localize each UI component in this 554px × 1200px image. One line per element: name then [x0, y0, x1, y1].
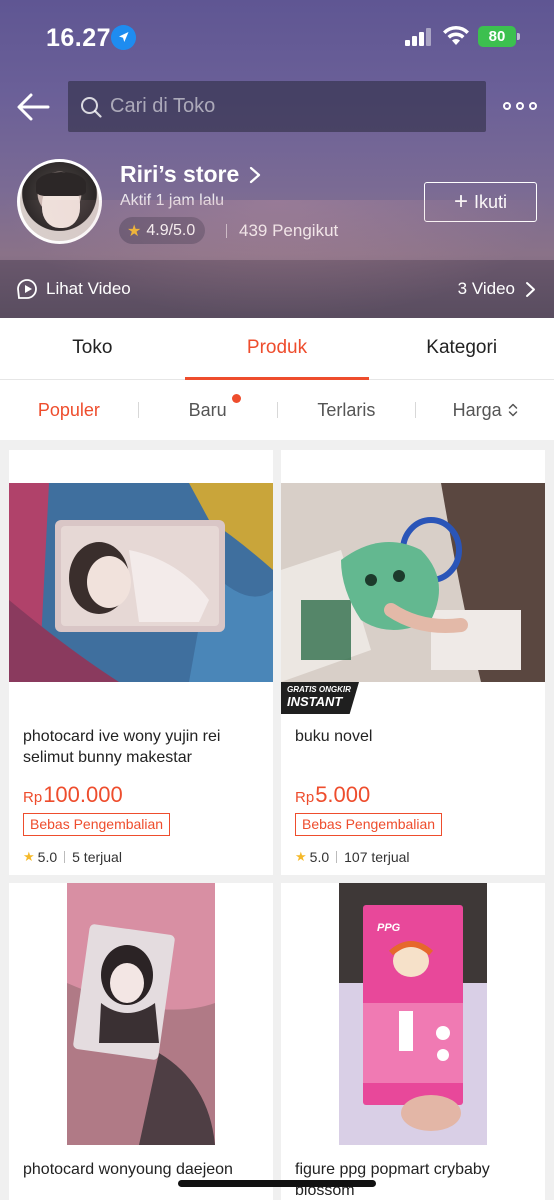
store-rating: ★ 4.9/5.0: [119, 217, 206, 244]
follow-label: Ikuti: [474, 191, 508, 212]
product-image[interactable]: GRATIS ONGKIR INSTANT: [281, 450, 545, 714]
sort-terlaris-label: Terlaris: [317, 399, 376, 420]
divider: [64, 851, 66, 863]
star-icon: ★: [23, 849, 35, 864]
top-nav: Cari di Toko: [0, 80, 554, 134]
product-sold: 5 terjual: [72, 849, 122, 865]
sort-terlaris[interactable]: Terlaris: [278, 400, 416, 421]
product-photo: PPG: [281, 883, 545, 1145]
back-arrow-icon[interactable]: [16, 92, 50, 122]
free-shipping-bottom: INSTANT: [287, 694, 343, 709]
more-options-icon[interactable]: [503, 98, 537, 114]
cellular-signal-icon: [405, 28, 431, 46]
sort-harga-label: Harga: [452, 399, 502, 420]
product-price: Rp100.000: [23, 782, 123, 808]
free-shipping-badge: GRATIS ONGKIR INSTANT: [281, 682, 359, 714]
new-indicator-dot: [232, 393, 242, 403]
sort-baru-label: Baru: [188, 399, 227, 420]
product-rating: 5.0: [309, 849, 330, 865]
chevron-right-icon: [526, 281, 535, 297]
battery-level: 80: [488, 28, 506, 45]
free-return-badge: Bebas Pengembalian: [295, 813, 443, 836]
tab-toko[interactable]: Toko: [0, 318, 185, 379]
product-meta: ★ 5.0 107 terjual: [295, 849, 410, 865]
product-photo: [281, 450, 545, 712]
store-name: Riri’s store: [120, 161, 240, 187]
product-card[interactable]: GRATIS ONGKIR INSTANT buku novel Rp5.000…: [281, 450, 545, 875]
status-bar: 16.27 80: [0, 0, 554, 70]
store-header: 16.27 80 Cari di Toko Riri’s store Aktif…: [0, 0, 554, 318]
plus-icon: +: [453, 188, 468, 215]
divider: [226, 224, 227, 238]
sort-populer-label: Populer: [37, 399, 100, 420]
store-profile: Riri’s store Aktif 1 jam lalu ★ 4.9/5.0 …: [0, 158, 554, 258]
product-title: buku novel: [295, 728, 373, 745]
video-label: Lihat Video: [46, 279, 131, 298]
divider: [336, 851, 338, 863]
sort-harga[interactable]: Harga: [416, 400, 554, 421]
video-count[interactable]: 3 Video: [458, 279, 536, 299]
product-card[interactable]: photocard wonyoung daejeon: [9, 883, 273, 1200]
search-icon: [81, 96, 102, 118]
sort-bar: Populer Baru Terlaris Harga: [0, 380, 554, 440]
chevron-right-icon: [250, 166, 261, 183]
home-indicator: [178, 1180, 376, 1187]
product-photo: [9, 883, 273, 1145]
tab-produk[interactable]: Produk: [184, 318, 370, 380]
product-meta: ★ 5.0 5 terjual: [23, 849, 122, 865]
wifi-icon: [443, 25, 469, 45]
status-time: 16.27: [46, 24, 112, 52]
battery-indicator: 80: [478, 26, 520, 47]
product-title: photocard wonyoung daejeon: [23, 1161, 233, 1178]
product-image[interactable]: [9, 450, 273, 712]
product-sold: 107 terjual: [344, 849, 410, 865]
store-avatar[interactable]: [17, 159, 102, 244]
product-price: Rp5.000: [295, 782, 370, 808]
tab-kategori[interactable]: Kategori: [369, 318, 554, 379]
product-image[interactable]: [9, 883, 273, 1145]
product-card[interactable]: PPG figure ppg popmart crybaby blossom: [281, 883, 545, 1200]
product-photo: [9, 450, 273, 712]
price-currency: Rp: [295, 789, 315, 806]
store-active-status: Aktif 1 jam lalu: [120, 192, 225, 209]
store-rating-value: 4.9/5.0: [146, 221, 196, 239]
product-card[interactable]: photocard ive wony yujin rei selimut bun…: [9, 450, 273, 875]
video-play-icon: [17, 279, 37, 299]
store-followers: 439 Pengikut: [239, 221, 339, 240]
sort-baru[interactable]: Baru: [139, 393, 277, 421]
star-icon: ★: [295, 849, 307, 864]
location-arrow-icon: [111, 25, 136, 50]
price-value: 100.000: [43, 782, 123, 807]
follow-button[interactable]: + Ikuti: [424, 182, 537, 222]
product-title: photocard ive wony yujin rei selimut bun…: [23, 728, 221, 766]
video-bar[interactable]: Lihat Video 3 Video: [0, 260, 554, 318]
sort-arrows-icon: [508, 403, 517, 417]
free-return-badge: Bebas Pengembalian: [23, 813, 171, 836]
star-icon: ★: [127, 222, 142, 240]
price-currency: Rp: [23, 789, 43, 806]
sort-populer[interactable]: Populer: [0, 400, 138, 421]
search-placeholder: Cari di Toko: [110, 95, 216, 117]
svg-text:PPG: PPG: [377, 922, 401, 934]
store-tabs: Toko Produk Kategori: [0, 318, 554, 380]
product-image[interactable]: PPG: [281, 883, 545, 1145]
product-rating: 5.0: [37, 849, 58, 865]
video-count-label: 3 Video: [457, 279, 515, 298]
price-value: 5.000: [315, 782, 371, 807]
search-input[interactable]: Cari di Toko: [68, 81, 486, 132]
store-name-link[interactable]: Riri’s store: [120, 161, 261, 188]
free-shipping-top: GRATIS ONGKIR: [287, 685, 351, 694]
